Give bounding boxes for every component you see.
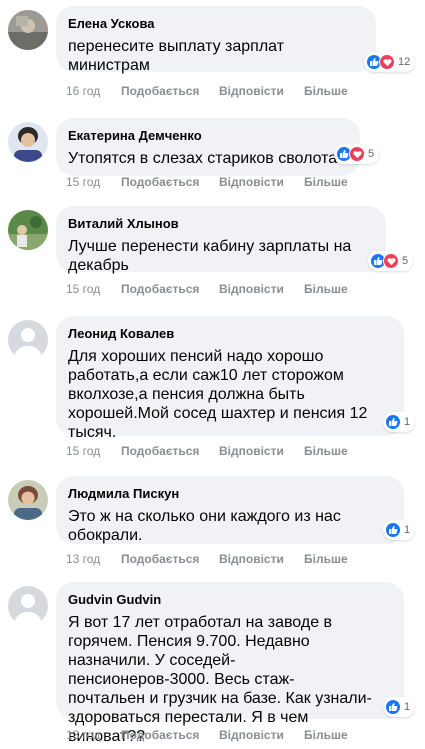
- comment: Gudvin Gudvin Я вот 17 лет отработал на …: [0, 580, 425, 749]
- comment-text: Я вот 17 лет отработал на заводе в горяч…: [68, 614, 372, 745]
- comment-bubble: Людмила Пискун Это ж на сколько они кажд…: [56, 476, 404, 544]
- more-button[interactable]: Більше: [304, 282, 348, 296]
- comment-author[interactable]: Gudvin Gudvin: [68, 592, 392, 608]
- more-button[interactable]: Більше: [304, 552, 348, 566]
- like-button[interactable]: Подобається: [121, 728, 219, 742]
- like-reaction-icon: [385, 522, 401, 538]
- reply-button[interactable]: Відповісти: [219, 728, 304, 742]
- reply-button[interactable]: Відповісти: [219, 84, 304, 98]
- comment-bubble: Екатерина Демченко Утопятся в слезах ста…: [56, 118, 360, 176]
- reply-button[interactable]: Відповісти: [219, 175, 304, 189]
- avatar[interactable]: [8, 122, 48, 162]
- more-button[interactable]: Більше: [304, 728, 348, 742]
- comment-actions: 15 год Подобається Відповісти Більше: [66, 175, 348, 189]
- comment-bubble: Леонид Ковалев Для хороших пенсий надо х…: [56, 316, 404, 441]
- comment-actions: 16 год Подобається Відповісти Більше: [66, 84, 348, 98]
- like-button[interactable]: Подобається: [121, 84, 219, 98]
- love-reaction-icon: [379, 54, 395, 70]
- reactions-badge[interactable]: 1: [383, 412, 416, 432]
- reply-button[interactable]: Відповісти: [219, 282, 304, 296]
- comment: Екатерина Демченко Утопятся в слезах ста…: [0, 108, 425, 198]
- comment-actions: 13 год Подобається Відповісти Більше: [66, 552, 348, 566]
- reaction-count: 5: [368, 148, 375, 160]
- like-reaction-icon: [385, 414, 401, 430]
- timestamp[interactable]: 15 год: [66, 282, 121, 296]
- comment-text: Утопятся в слезах стариков сволота: [68, 150, 338, 167]
- comment-bubble: Елена Ускова перенесите выплату зарплат …: [56, 6, 376, 74]
- timestamp[interactable]: 15 год: [66, 444, 121, 458]
- love-reaction-icon: [349, 146, 365, 162]
- comment-author[interactable]: Екатерина Демченко: [68, 128, 348, 144]
- comment-actions: 13 год Подобається Відповісти Більше: [66, 728, 348, 742]
- love-reaction-icon: [383, 253, 399, 269]
- comment-actions: 15 год Подобається Відповісти Більше: [66, 282, 348, 296]
- comment-text: Лучше перенести кабину зарплаты на декаб…: [68, 238, 352, 274]
- more-button[interactable]: Більше: [304, 175, 348, 189]
- like-button[interactable]: Подобається: [121, 444, 219, 458]
- reply-button[interactable]: Відповісти: [219, 552, 304, 566]
- comment-bubble: Виталий Хлынов Лучше перенести кабину за…: [56, 206, 386, 274]
- timestamp[interactable]: 13 год: [66, 728, 121, 742]
- reactions-badge[interactable]: 1: [383, 697, 416, 717]
- reaction-count: 5: [402, 255, 409, 267]
- comment: Людмила Пискун Это ж на сколько они кажд…: [0, 474, 425, 574]
- avatar[interactable]: [8, 586, 48, 626]
- comment-author[interactable]: Леонид Ковалев: [68, 326, 392, 342]
- avatar[interactable]: [8, 480, 48, 520]
- comment-author[interactable]: Людмила Пискун: [68, 486, 392, 502]
- comment-text: перенесите выплату зарплат министрам: [68, 38, 285, 74]
- reaction-count: 1: [404, 701, 411, 713]
- comment-bubble: Gudvin Gudvin Я вот 17 лет отработал на …: [56, 582, 404, 745]
- like-button[interactable]: Подобається: [121, 175, 219, 189]
- timestamp[interactable]: 15 год: [66, 175, 121, 189]
- comment-text: Это ж на сколько они каждого из нас обок…: [68, 508, 341, 544]
- timestamp[interactable]: 13 год: [66, 552, 121, 566]
- avatar[interactable]: [8, 320, 48, 360]
- comment: Леонид Ковалев Для хороших пенсий надо х…: [0, 310, 425, 470]
- timestamp[interactable]: 16 год: [66, 84, 121, 98]
- comment: Елена Ускова перенесите выплату зарплат …: [0, 0, 425, 105]
- reaction-count: 12: [398, 56, 411, 68]
- avatar[interactable]: [8, 10, 48, 50]
- reactions-badge[interactable]: 1: [383, 520, 416, 540]
- reactions-badge[interactable]: 12: [364, 52, 416, 72]
- reaction-count: 1: [404, 416, 411, 428]
- reactions-badge[interactable]: 5: [368, 251, 414, 271]
- like-button[interactable]: Подобається: [121, 552, 219, 566]
- reaction-count: 1: [404, 524, 411, 536]
- more-button[interactable]: Більше: [304, 84, 348, 98]
- avatar[interactable]: [8, 210, 48, 250]
- reply-button[interactable]: Відповісти: [219, 444, 304, 458]
- more-button[interactable]: Більше: [304, 444, 348, 458]
- like-button[interactable]: Подобається: [121, 282, 219, 296]
- comment: Виталий Хлынов Лучше перенести кабину за…: [0, 200, 425, 305]
- comment-text: Для хороших пенсий надо хорошо работать,…: [68, 348, 368, 441]
- reactions-badge[interactable]: 5: [334, 144, 380, 164]
- comment-actions: 15 год Подобається Відповісти Більше: [66, 444, 348, 458]
- comment-author[interactable]: Виталий Хлынов: [68, 216, 374, 232]
- comment-author[interactable]: Елена Ускова: [68, 16, 364, 32]
- like-reaction-icon: [385, 699, 401, 715]
